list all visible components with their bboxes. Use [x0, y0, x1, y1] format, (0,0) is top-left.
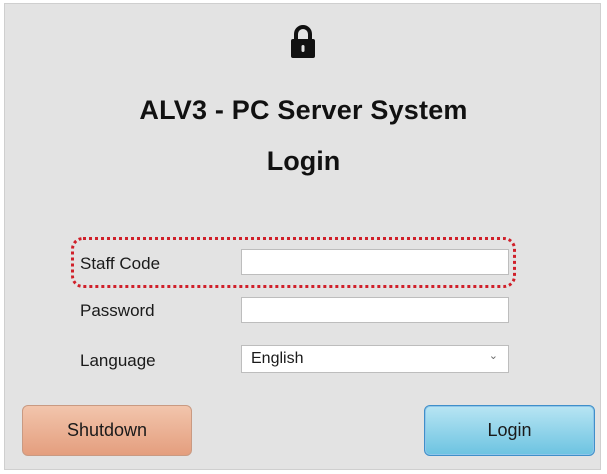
language-label: Language — [80, 351, 156, 370]
password-label: Password — [80, 301, 155, 320]
login-button[interactable]: Login — [424, 405, 595, 456]
chevron-down-icon: ⌄ — [488, 350, 498, 362]
padlock-icon — [291, 25, 315, 58]
shutdown-button[interactable]: Shutdown — [22, 405, 192, 456]
language-selected-value: English — [251, 350, 304, 367]
page-title: Login — [266, 146, 341, 176]
login-window — [4, 3, 601, 470]
password-input[interactable] — [241, 297, 509, 323]
staff-code-input[interactable] — [241, 249, 509, 275]
staff-code-label: Staff Code — [80, 254, 161, 273]
language-select[interactable]: English ⌄ — [241, 345, 509, 373]
app-title: ALV3 - PC Server System — [139, 95, 468, 125]
